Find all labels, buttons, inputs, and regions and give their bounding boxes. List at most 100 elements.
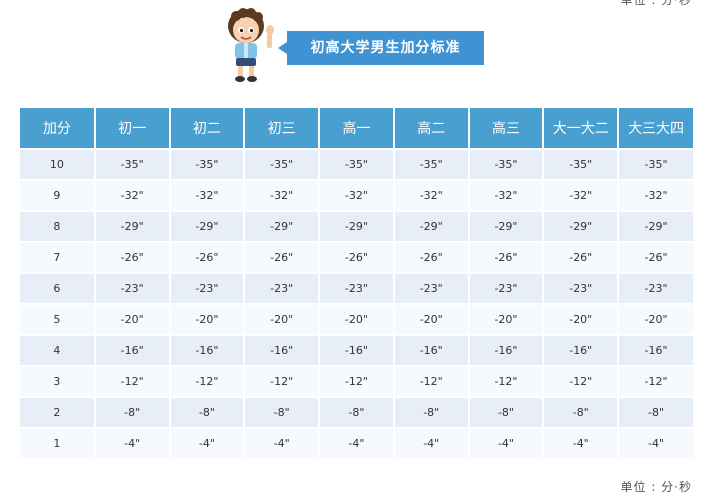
bonus-score-cell: 4	[20, 334, 96, 366]
table-row: 8 -29" -29" -29" -29" -29" -29" -29" -29"	[20, 210, 693, 242]
bonus-score-cell: 2	[20, 396, 96, 428]
bonus-score-cell: 9	[20, 179, 96, 211]
time-reduction-cell: -29"	[543, 210, 620, 242]
bonus-score-cell: 7	[20, 241, 96, 273]
time-reduction-cell: -20"	[94, 303, 171, 335]
header-cell-univ34: 大三大四	[618, 108, 693, 149]
time-reduction-cell: -26"	[94, 241, 171, 273]
score-table: 加分 初一 初二 初三 高一 高二 高三 大一大二 大三大四 10 -35" -35…	[20, 108, 693, 458]
time-reduction-cell: -29"	[169, 210, 246, 242]
time-reduction-cell: -20"	[319, 303, 395, 335]
time-reduction-cell: -16"	[94, 334, 171, 366]
table-row: 1 -4" -4" -4" -4" -4" -4" -4" -4"	[20, 427, 693, 458]
time-reduction-cell: -12"	[468, 365, 545, 397]
time-reduction-cell: -20"	[618, 303, 693, 335]
header-cell-univ12: 大一大二	[543, 108, 620, 149]
time-reduction-cell: -26"	[319, 241, 395, 273]
header-cell-grade11: 高二	[393, 108, 470, 149]
header-cell-bonus: 加分	[20, 108, 96, 149]
time-reduction-cell: -4"	[543, 427, 620, 458]
time-reduction-cell: -16"	[543, 334, 620, 366]
time-reduction-cell: -16"	[393, 334, 470, 366]
time-reduction-cell: -29"	[244, 210, 321, 242]
time-reduction-cell: -35"	[169, 148, 246, 180]
time-reduction-cell: -16"	[169, 334, 246, 366]
header-cell-grade10: 高一	[319, 108, 395, 149]
time-reduction-cell: -16"	[468, 334, 545, 366]
time-reduction-cell: -12"	[618, 365, 693, 397]
time-reduction-cell: -35"	[618, 148, 693, 180]
bonus-score-cell: 3	[20, 365, 96, 397]
time-reduction-cell: -16"	[319, 334, 395, 366]
time-reduction-cell: -12"	[543, 365, 620, 397]
time-reduction-cell: -29"	[468, 210, 545, 242]
time-reduction-cell: -16"	[618, 334, 693, 366]
time-reduction-cell: -26"	[618, 241, 693, 273]
time-reduction-cell: -32"	[468, 179, 545, 211]
time-reduction-cell: -23"	[618, 272, 693, 304]
time-reduction-cell: -8"	[244, 396, 321, 428]
time-reduction-cell: -12"	[393, 365, 470, 397]
time-reduction-cell: -35"	[543, 148, 620, 180]
time-reduction-cell: -8"	[319, 396, 395, 428]
time-reduction-cell: -35"	[468, 148, 545, 180]
table-row: 5 -20" -20" -20" -20" -20" -20" -20" -20"	[20, 303, 693, 335]
time-reduction-cell: -26"	[468, 241, 545, 273]
time-reduction-cell: -32"	[94, 179, 171, 211]
time-reduction-cell: -32"	[319, 179, 395, 211]
bonus-score-cell: 8	[20, 210, 96, 242]
table-header-row: 加分 初一 初二 初三 高一 高二 高三 大一大二 大三大四	[20, 108, 693, 149]
time-reduction-cell: -4"	[393, 427, 470, 458]
time-reduction-cell: -23"	[393, 272, 470, 304]
time-reduction-cell: -16"	[244, 334, 321, 366]
bonus-score-cell: 5	[20, 303, 96, 335]
table-row: 6 -23" -23" -23" -23" -23" -23" -23" -23"	[20, 272, 693, 304]
time-reduction-cell: -23"	[94, 272, 171, 304]
time-reduction-cell: -20"	[468, 303, 545, 335]
table-row: 7 -26" -26" -26" -26" -26" -26" -26" -26"	[20, 241, 693, 273]
bonus-score-cell: 1	[20, 427, 96, 458]
time-reduction-cell: -26"	[169, 241, 246, 273]
time-reduction-cell: -20"	[244, 303, 321, 335]
time-reduction-cell: -26"	[244, 241, 321, 273]
time-reduction-cell: -8"	[393, 396, 470, 428]
bonus-score-cell: 6	[20, 272, 96, 304]
cartoon-boy-waving-icon	[228, 8, 274, 82]
time-reduction-cell: -20"	[543, 303, 620, 335]
time-reduction-cell: -35"	[393, 148, 470, 180]
time-reduction-cell: -29"	[94, 210, 171, 242]
time-reduction-cell: -29"	[618, 210, 693, 242]
time-reduction-cell: -4"	[169, 427, 246, 458]
time-reduction-cell: -12"	[94, 365, 171, 397]
time-reduction-cell: -26"	[543, 241, 620, 273]
time-reduction-cell: -29"	[319, 210, 395, 242]
time-reduction-cell: -32"	[393, 179, 470, 211]
time-reduction-cell: -29"	[393, 210, 470, 242]
time-reduction-cell: -12"	[169, 365, 246, 397]
time-reduction-cell: -8"	[468, 396, 545, 428]
time-reduction-cell: -8"	[618, 396, 693, 428]
table-row: 2 -8" -8" -8" -8" -8" -8" -8" -8"	[20, 396, 693, 428]
time-reduction-cell: -12"	[244, 365, 321, 397]
bonus-score-cell: 10	[20, 148, 96, 180]
time-reduction-cell: -23"	[543, 272, 620, 304]
time-reduction-cell: -32"	[169, 179, 246, 211]
table-row: 4 -16" -16" -16" -16" -16" -16" -16" -16"	[20, 334, 693, 366]
header-cell-grade7: 初一	[94, 108, 171, 149]
time-reduction-cell: -8"	[94, 396, 171, 428]
unit-label-bottom: 单位 : 分·秒	[620, 480, 692, 494]
time-reduction-cell: -35"	[319, 148, 395, 180]
page-title: 初高大学男生加分标准	[278, 31, 484, 65]
table-row: 3 -12" -12" -12" -12" -12" -12" -12" -12"	[20, 365, 693, 397]
header-cell-grade8: 初二	[169, 108, 246, 149]
time-reduction-cell: -32"	[618, 179, 693, 211]
time-reduction-cell: -23"	[468, 272, 545, 304]
time-reduction-cell: -20"	[393, 303, 470, 335]
time-reduction-cell: -35"	[94, 148, 171, 180]
header-cell-grade9: 初三	[244, 108, 321, 149]
table-row: 10 -35" -35" -35" -35" -35" -35" -35" -35"	[20, 148, 693, 180]
time-reduction-cell: -4"	[468, 427, 545, 458]
time-reduction-cell: -26"	[393, 241, 470, 273]
time-reduction-cell: -8"	[169, 396, 246, 428]
time-reduction-cell: -4"	[244, 427, 321, 458]
